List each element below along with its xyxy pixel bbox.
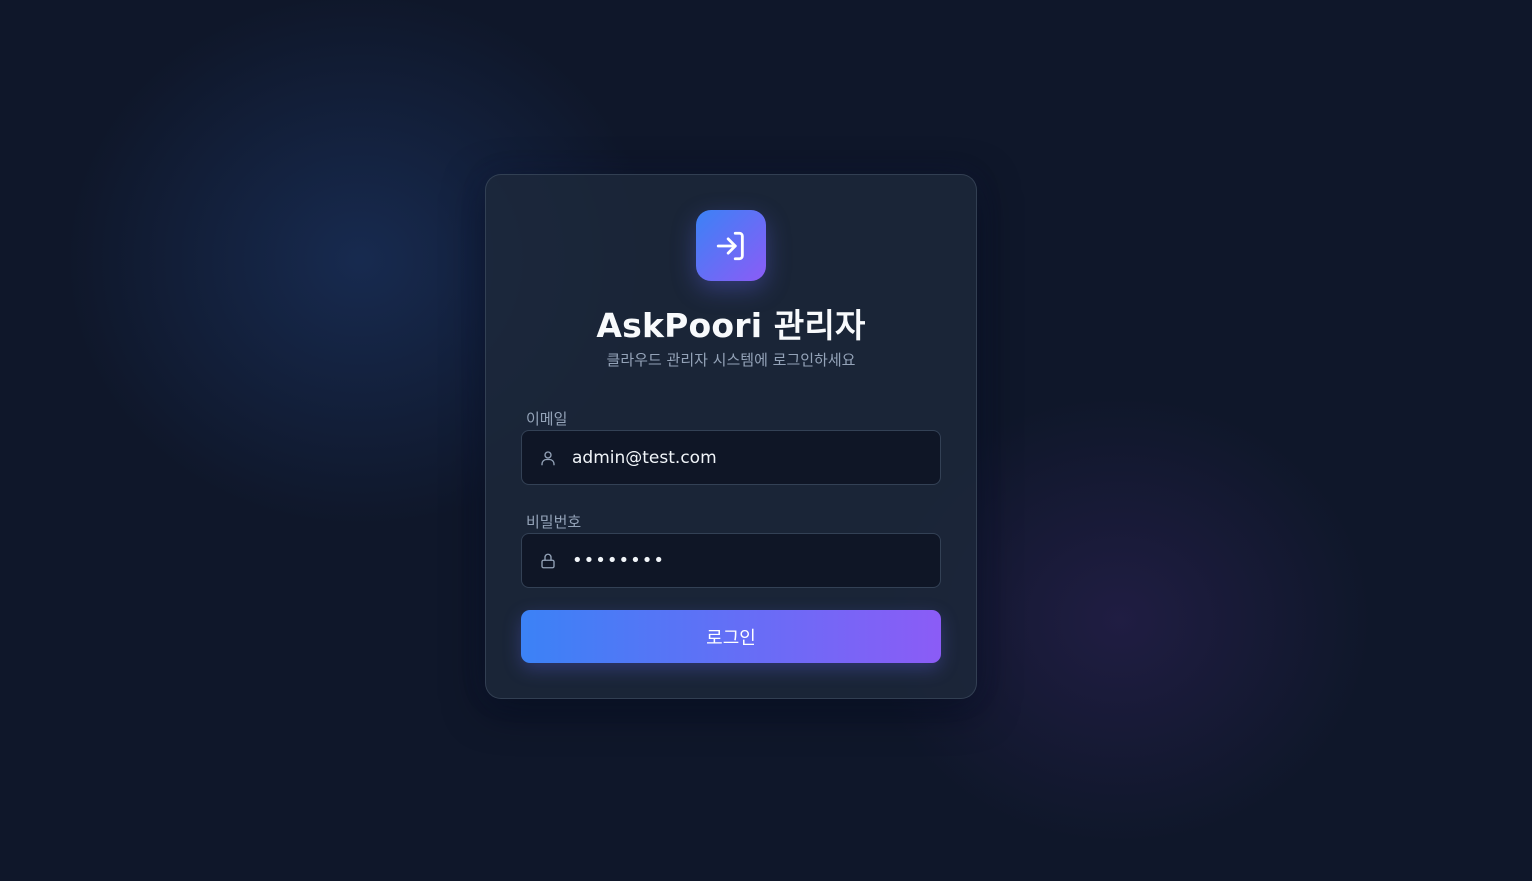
- login-card: AskPoori 관리자 클라우드 관리자 시스템에 로그인하세요 이메일 비밀…: [485, 174, 977, 699]
- password-label: 비밀번호: [526, 513, 582, 531]
- email-field[interactable]: [521, 430, 941, 485]
- login-logo: [696, 210, 766, 281]
- login-button[interactable]: 로그인: [521, 610, 941, 663]
- login-arrow-icon: [716, 231, 744, 260]
- email-label: 이메일: [526, 410, 568, 428]
- password-input[interactable]: [572, 534, 940, 587]
- page-subtitle: 클라우드 관리자 시스템에 로그인하세요: [606, 351, 856, 369]
- lock-icon: [522, 552, 572, 570]
- user-icon: [522, 449, 572, 467]
- email-input[interactable]: [572, 431, 940, 484]
- password-field[interactable]: [521, 533, 941, 588]
- page-title: AskPoori 관리자: [596, 306, 866, 345]
